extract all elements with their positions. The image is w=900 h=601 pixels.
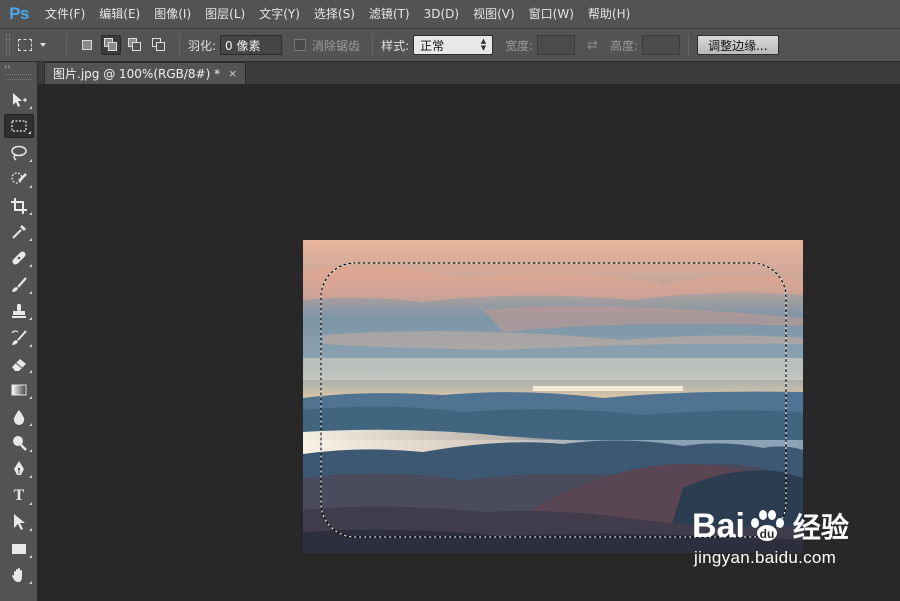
crop-icon xyxy=(11,197,27,214)
type-icon: T xyxy=(13,486,25,504)
chevron-down-icon xyxy=(40,43,46,47)
pen-tool[interactable] xyxy=(4,457,34,481)
quick-selection-icon xyxy=(11,172,27,184)
chevron-updown-icon: ▲ ▼ xyxy=(480,37,487,52)
divider xyxy=(688,34,690,56)
feather-input[interactable]: 0 像素 xyxy=(220,35,283,55)
lasso-tool[interactable] xyxy=(4,141,34,165)
collapse-icon[interactable]: ›› xyxy=(0,62,37,72)
menu-type[interactable]: 文字(Y) xyxy=(252,0,307,28)
brush-tool[interactable] xyxy=(4,273,34,297)
add-to-selection-button[interactable] xyxy=(101,35,121,55)
baidu-logo: Bai du u 经验 xyxy=(692,506,892,546)
menu-select[interactable]: 选择(S) xyxy=(307,0,362,28)
rectangle-shape-tool[interactable] xyxy=(4,537,34,561)
paw-icon: du xyxy=(750,510,784,541)
lasso-icon xyxy=(11,145,27,161)
swap-icon[interactable]: ⇄ xyxy=(587,38,598,53)
menu-window[interactable]: 窗口(W) xyxy=(522,0,581,28)
menu-layer[interactable]: 图层(L) xyxy=(198,0,252,28)
brush-icon xyxy=(12,277,27,292)
menu-bar: Ps 文件(F) 编辑(E) 图像(I) 图层(L) 文字(Y) 选择(S) 滤… xyxy=(0,0,900,28)
move-icon xyxy=(13,93,27,107)
gradient-icon xyxy=(11,384,27,396)
document-tab-bar: 图片.jpg @ 100%(RGB/8#) * × xyxy=(38,62,900,84)
antialias-label: 消除锯齿 xyxy=(312,38,361,53)
antialias-checkbox[interactable] xyxy=(294,39,307,51)
eyedropper-icon xyxy=(12,224,26,239)
baidu-jingyan-watermark: Bai du u 经验 jingyan.baidu.com xyxy=(692,506,892,596)
dodge-tool[interactable] xyxy=(4,431,34,455)
rect-marquee-tool[interactable] xyxy=(4,114,34,139)
width-input[interactable] xyxy=(537,35,576,55)
toolbar-grip[interactable] xyxy=(6,74,31,80)
tools-panel: ›› T xyxy=(0,62,38,601)
hand-icon xyxy=(12,568,22,583)
blur-tool[interactable] xyxy=(4,405,34,429)
tool-preset-picker[interactable] xyxy=(18,33,58,57)
intersect-selection-icon xyxy=(152,38,166,52)
divider xyxy=(179,34,180,56)
baidu-brand-left: Bai xyxy=(692,506,745,545)
subtract-selection-button[interactable] xyxy=(125,35,145,55)
jingyan-label: 经验 xyxy=(792,511,849,544)
crop-tool[interactable] xyxy=(4,194,34,218)
eraser-icon xyxy=(12,358,26,371)
height-input[interactable] xyxy=(642,35,681,55)
new-selection-button[interactable] xyxy=(77,35,97,55)
history-brush-icon xyxy=(11,329,27,345)
menu-3d[interactable]: 3D(D) xyxy=(417,0,466,28)
style-select[interactable]: 正常 ▲ ▼ xyxy=(413,35,494,55)
history-brush-tool[interactable] xyxy=(4,326,34,350)
new-selection-icon xyxy=(82,40,92,50)
document-tab[interactable]: 图片.jpg @ 100%(RGB/8#) * × xyxy=(44,62,247,84)
move-tool[interactable] xyxy=(4,88,34,112)
photoshop-logo-icon: Ps xyxy=(9,4,29,23)
menu-filter[interactable]: 滤镜(T) xyxy=(362,0,417,28)
options-grip[interactable] xyxy=(6,34,10,56)
gradient-tool[interactable] xyxy=(4,378,34,402)
width-label: 宽度: xyxy=(505,38,534,53)
dodge-icon xyxy=(13,436,27,451)
divider xyxy=(372,34,374,56)
rect-marquee-icon xyxy=(18,39,32,51)
eraser-tool[interactable] xyxy=(4,352,34,376)
divider xyxy=(66,34,67,56)
stamp-icon xyxy=(12,304,26,319)
style-select-value: 正常 xyxy=(420,38,445,53)
clone-stamp-tool[interactable] xyxy=(4,299,34,323)
hand-tool[interactable] xyxy=(4,563,34,587)
menu-edit[interactable]: 编辑(E) xyxy=(92,0,147,28)
menu-image[interactable]: 图像(I) xyxy=(147,0,198,28)
watermark-url: jingyan.baidu.com xyxy=(694,548,837,567)
rect-marquee-icon xyxy=(11,120,27,132)
rectangle-icon xyxy=(12,543,26,554)
svg-text:du: du xyxy=(760,527,775,541)
subtract-selection-icon xyxy=(128,38,142,52)
close-icon[interactable]: × xyxy=(228,67,237,80)
style-label: 样式: xyxy=(381,38,410,53)
feather-label: 羽化: xyxy=(188,38,217,53)
document-title: 图片.jpg @ 100%(RGB/8#) * xyxy=(53,67,221,81)
eyedropper-tool[interactable] xyxy=(4,220,34,244)
bandage-icon xyxy=(12,251,26,265)
drop-icon xyxy=(13,409,25,425)
quick-selection-tool[interactable] xyxy=(4,167,34,191)
add-selection-icon xyxy=(104,38,118,52)
menu-view[interactable]: 视图(V) xyxy=(466,0,522,28)
menu-file[interactable]: 文件(F) xyxy=(38,0,92,28)
refine-edge-button[interactable]: 调整边缘... xyxy=(697,35,779,55)
pen-icon xyxy=(14,461,24,476)
arrow-icon xyxy=(14,514,25,531)
path-selection-tool[interactable] xyxy=(4,510,34,534)
intersect-selection-button[interactable] xyxy=(149,35,169,55)
height-label: 高度: xyxy=(610,38,639,53)
options-bar: 羽化: 0 像素 消除锯齿 样式: 正常 ▲ ▼ 宽度: ⇄ 高度: 调整边缘..… xyxy=(0,28,900,62)
healing-brush-tool[interactable] xyxy=(4,246,34,270)
menu-help[interactable]: 帮助(H) xyxy=(581,0,637,28)
type-tool[interactable]: T xyxy=(4,484,34,508)
